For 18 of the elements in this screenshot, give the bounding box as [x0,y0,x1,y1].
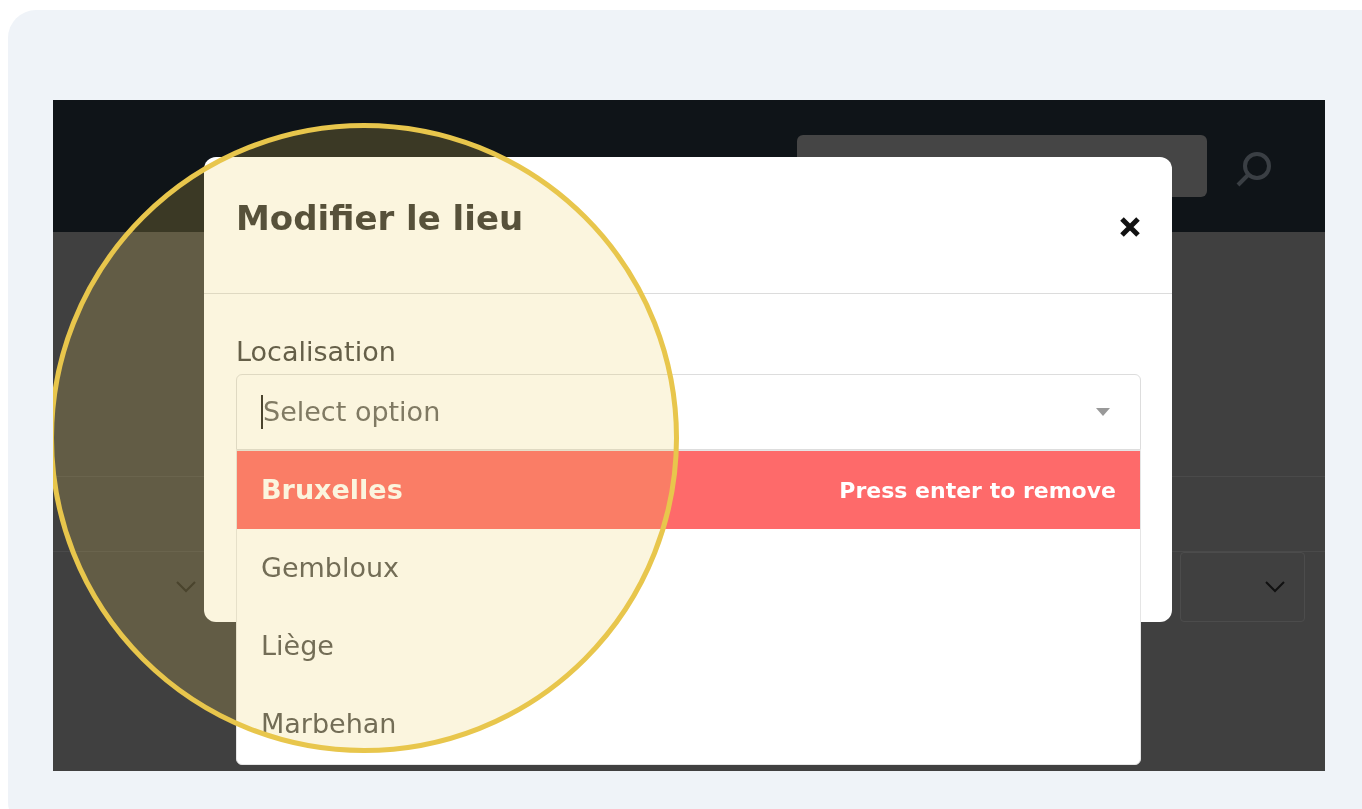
select-input[interactable]: Select option [263,391,1096,433]
chevron-down-icon [1264,580,1286,594]
option-label: Bruxelles [261,472,403,507]
dropdown-option[interactable]: Gembloux [237,529,1140,607]
field-label: Localisation [236,335,397,369]
dropdown-option[interactable]: Bruxelles Press enter to remove [237,451,1140,529]
caret-icon [1096,408,1110,416]
select-field[interactable]: Select option [236,374,1141,450]
option-label: Marbehan [261,706,397,741]
select-box[interactable] [1180,552,1305,622]
dropdown-option[interactable]: Marbehan [237,685,1140,763]
option-label: Gembloux [261,550,400,585]
dialog-title: Modifier le lieu [236,197,524,240]
option-label: Liège [261,628,334,663]
dropdown-option[interactable]: Liège [237,607,1140,685]
option-hint: Press enter to remove [839,476,1116,505]
close-icon [1119,216,1141,238]
chevron-down-icon[interactable] [175,580,197,594]
